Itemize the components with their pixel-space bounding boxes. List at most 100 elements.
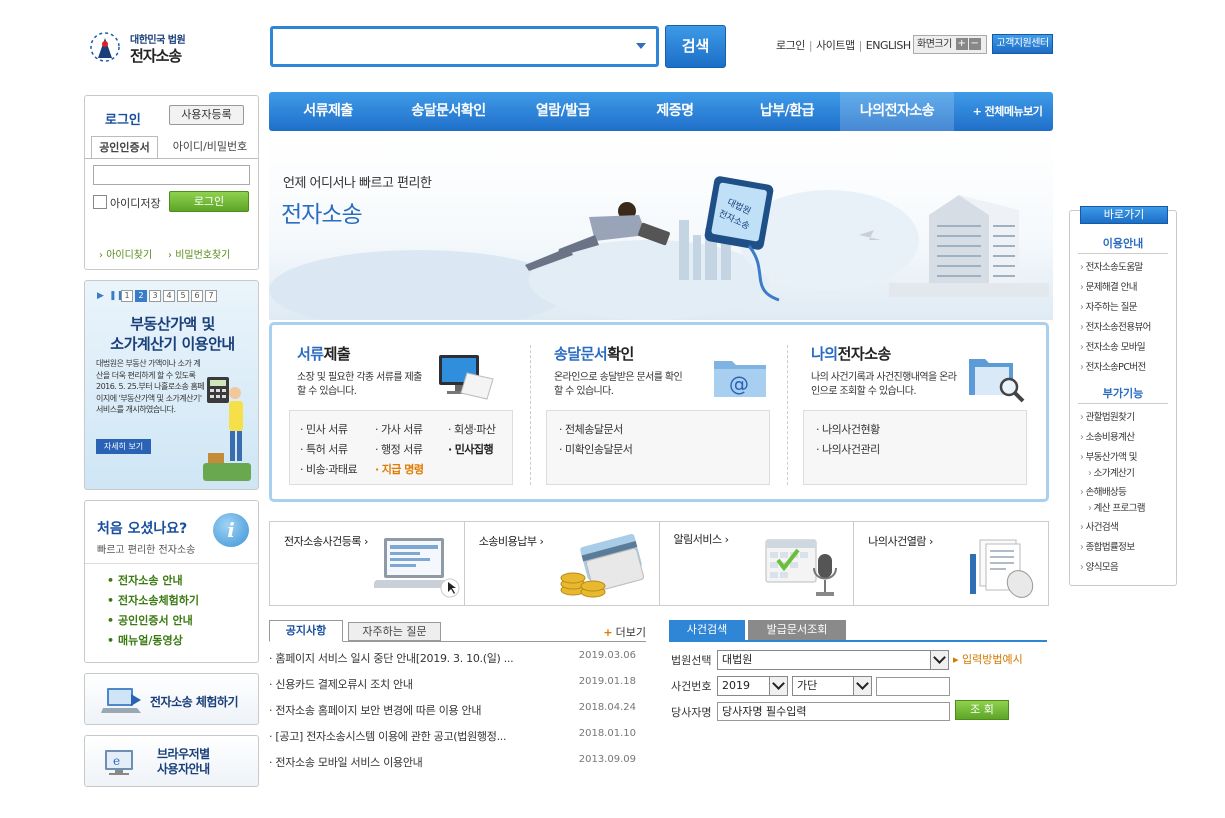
quick-menu-item[interactable]: 전자소송도움말 (1080, 260, 1172, 276)
quick-label: 소송비용납부 › (478, 535, 544, 548)
more-link[interactable]: 더보기 (603, 624, 646, 640)
search-button[interactable]: 검색 (665, 25, 726, 68)
promo-title-line1: 부동산가액 및 (130, 315, 215, 333)
sitemap-link[interactable]: 사이트맵 (816, 39, 855, 52)
quick-case-view[interactable]: 나의사건열람 › (854, 522, 1048, 605)
link-all-delivery[interactable]: 전체송달문서 (559, 421, 623, 437)
service-document-submit[interactable]: 서류제출 소장 및 필요한 각종 서류를 제출할 수 있습니다. 민사 서류 가… (285, 343, 525, 493)
link-my-cases[interactable]: 나의사건현황 (816, 421, 880, 437)
link-case-manage[interactable]: 나의사건관리 (816, 441, 880, 457)
login-link[interactable]: 로그인 (776, 39, 805, 52)
link-experience[interactable]: 전자소송체험하기 (107, 592, 199, 608)
quick-menu-item-cont[interactable]: 소가계산기 (1080, 466, 1172, 482)
search-input[interactable] (270, 26, 659, 67)
pause-icon[interactable]: ❚❚ (109, 290, 124, 302)
nav-item-certificate[interactable]: 제증명 (616, 92, 734, 131)
year-select[interactable]: 2019 (717, 676, 788, 696)
quick-fee-payment[interactable]: 소송비용납부 › (465, 522, 660, 605)
link-bankruptcy[interactable]: 회생·파산 (448, 421, 496, 437)
case-type-select[interactable]: 가단 (792, 676, 872, 696)
promo-page-1[interactable]: 1 (121, 290, 133, 302)
quick-menu-item[interactable]: 자주하는 질문 (1080, 300, 1172, 316)
find-password-link[interactable]: › 비밀번호찾기 (168, 246, 230, 261)
browser-guide-button[interactable]: e 브라우저별 사용자안내 (84, 735, 259, 787)
court-select[interactable]: 대법원 (717, 650, 949, 670)
nav-all-menu[interactable]: + 전체메뉴보기 (954, 92, 1053, 131)
quick-menu-item[interactable]: 전자소송전용뷰어 (1080, 320, 1172, 336)
nav-item-document-submit[interactable]: 서류제출 (269, 92, 387, 131)
nav-item-view-issue[interactable]: 열람/발급 (510, 92, 616, 131)
service-desc: 소장 및 필요한 각종 서류를 제출할 수 있습니다. (297, 372, 422, 397)
quick-menu-item[interactable]: 손해배상등 (1080, 485, 1172, 501)
quick-menu-item[interactable]: 양식모음 (1080, 560, 1172, 576)
court-logo[interactable]: 대한민국 법원 전자소송 (88, 28, 208, 68)
case-search-button[interactable]: 조 회 (955, 700, 1009, 720)
nav-item-my-litigation[interactable]: 나의전자소송 (840, 92, 954, 131)
tab-issued-docs[interactable]: 발급문서조회 (748, 620, 846, 640)
customer-center-button[interactable]: 고객지원센터 (992, 34, 1053, 54)
tab-faq[interactable]: 자주하는 질문 (348, 622, 441, 641)
service-my-litigation[interactable]: 나의전자소송 나의 사건기록과 사건진행내역을 온라인으로 조회할 수 있습니다… (799, 343, 1039, 493)
notice-row[interactable]: 신용카드 결제오류시 조치 안내 2019.01.18 (269, 676, 646, 702)
tab-notice[interactable]: 공지사항 (269, 620, 343, 642)
plus-icon: + (972, 105, 985, 118)
link-civil-execution[interactable]: 민사집행 (448, 441, 494, 457)
quick-menu-item-cont[interactable]: 계산 프로그램 (1080, 501, 1172, 517)
court-label: 법원선택 (671, 654, 712, 667)
link-manual-video[interactable]: 매뉴얼/동영상 (107, 632, 183, 648)
experience-button[interactable]: 전자소송 체험하기 (84, 673, 259, 725)
find-id-link[interactable]: › 아이디찾기 (99, 246, 152, 261)
notice-row[interactable]: 홈페이지 서비스 일시 중단 안내[2019. 3. 10.(일) ... 201… (269, 650, 646, 676)
chevron-down-icon[interactable] (636, 43, 646, 49)
quick-menu-item[interactable]: 부동산가액 및 (1080, 450, 1172, 466)
tab-id-password[interactable]: 아이디/비밀번호 (163, 136, 257, 159)
input-example-link[interactable]: 입력방법예시 (953, 651, 1023, 667)
save-id-checkbox[interactable] (93, 195, 107, 209)
link-certificate-guide[interactable]: 공인인증서 안내 (107, 612, 193, 628)
nav-item-payment[interactable]: 납부/환급 (734, 92, 840, 131)
quick-menu-item[interactable]: 종합법률정보 (1080, 540, 1172, 556)
quick-notification[interactable]: 알림서비스 › (660, 522, 855, 605)
link-unread-delivery[interactable]: 미확인송달문서 (559, 441, 633, 457)
promo-page-2[interactable]: 2 (135, 290, 147, 302)
promo-page-3[interactable]: 3 (149, 290, 161, 302)
card-coins-icon (560, 534, 644, 598)
notice-row[interactable]: 전자소송 홈페이지 보안 변경에 따른 이용 안내 2018.04.24 (269, 702, 646, 728)
quick-menu-item[interactable]: 소송비용계산 (1080, 430, 1172, 446)
login-button[interactable]: 로그인 (169, 191, 249, 212)
certificate-field[interactable] (93, 165, 250, 185)
promo-page-4[interactable]: 4 (163, 290, 175, 302)
tab-certificate[interactable]: 공인인증서 (91, 136, 158, 159)
link-patent-doc[interactable]: 특허 서류 (300, 441, 348, 457)
zoom-out-button[interactable]: − (968, 38, 981, 50)
case-number-input[interactable] (876, 677, 950, 696)
link-payment-order[interactable]: 지급 명령 (375, 461, 424, 477)
promo-page-6[interactable]: 6 (191, 290, 203, 302)
promo-page-5[interactable]: 5 (177, 290, 189, 302)
promo-page-7[interactable]: 7 (205, 290, 217, 302)
english-link[interactable]: ENGLISH (866, 39, 911, 52)
quick-menu-item[interactable]: 문제해결 안내 (1080, 280, 1172, 296)
zoom-in-button[interactable]: + (955, 38, 968, 50)
register-button[interactable]: 사용자등록 (169, 105, 244, 125)
quick-case-register[interactable]: 전자소송사건등록 › (270, 522, 465, 605)
service-delivery-check[interactable]: 송달문서확인 온라인으로 송달받은 문서를 확인 할 수 있습니다. @ 전체송… (542, 343, 782, 493)
service-title: 송달문서확인 (554, 343, 634, 364)
tab-case-search[interactable]: 사건검색 (669, 620, 745, 640)
quick-menu-item[interactable]: 전자소송 모바일 (1080, 340, 1172, 356)
link-civil-doc[interactable]: 민사 서류 (300, 421, 348, 437)
quick-menu-item[interactable]: 전자소송PC버전 (1080, 360, 1172, 376)
link-admin-doc[interactable]: 행정 서류 (375, 441, 423, 457)
nav-item-delivery-check[interactable]: 송달문서확인 (387, 92, 510, 131)
notice-row[interactable]: [공고] 전자소송시스템 이용에 관한 공고(법원행정... 2018.01.10 (269, 728, 646, 754)
quick-menu-item[interactable]: 사건검색 (1080, 520, 1172, 536)
notice-row[interactable]: 전자소송 모바일 서비스 이용안내 2013.09.09 (269, 754, 646, 780)
promo-more-button[interactable]: 자세히 보기 (96, 439, 151, 454)
year-value: 2019 (722, 679, 750, 692)
play-icon[interactable]: ▶ (97, 290, 107, 302)
link-guide[interactable]: 전자소송 안내 (107, 572, 183, 588)
quick-menu-item[interactable]: 관할법원찾기 (1080, 410, 1172, 426)
party-name-input[interactable]: 당사자명 필수입력 (717, 702, 950, 721)
link-family-doc[interactable]: 가사 서류 (375, 421, 423, 437)
link-non-litigation[interactable]: 비송·과태료 (300, 461, 358, 477)
